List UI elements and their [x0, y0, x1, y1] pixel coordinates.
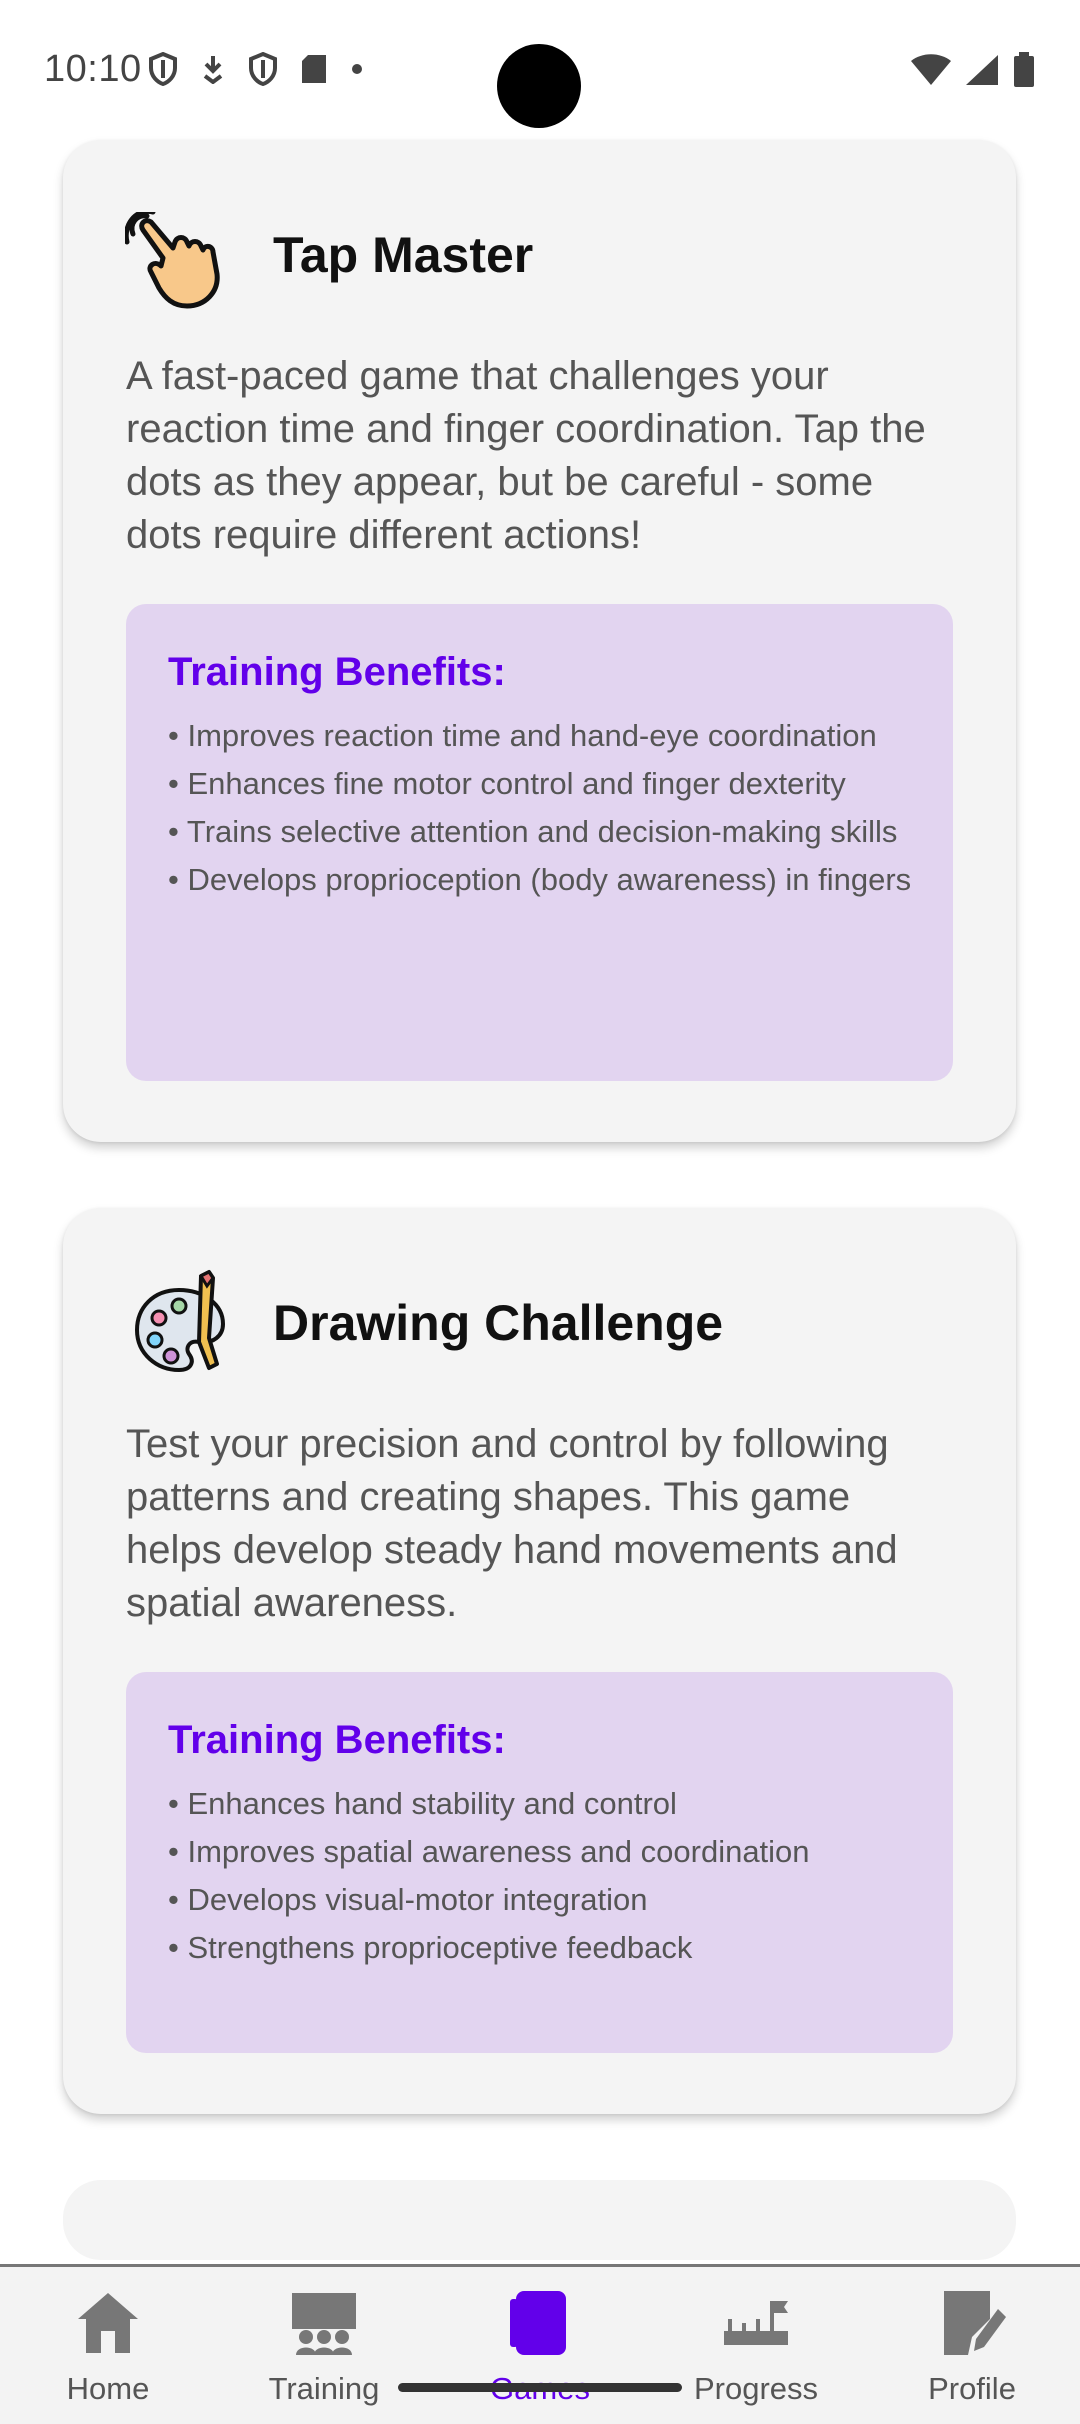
- benefits-box: Training Benefits: • Improves reaction t…: [126, 604, 953, 1081]
- benefit-item: • Enhances fine motor control and finger…: [168, 766, 846, 801]
- benefit-item: • Enhances hand stability and control: [168, 1786, 677, 1821]
- benefits-title: Training Benefits:: [168, 1718, 506, 1762]
- wifi-icon: [911, 54, 951, 85]
- benefits-list: • Enhances hand stability and control • …: [168, 1780, 918, 1972]
- benefit-item: • Trains selective attention and decisio…: [168, 814, 898, 849]
- nav-label: Profile: [928, 2371, 1016, 2406]
- bottom-navigation: Home Training Games Progress Profile: [0, 2264, 1080, 2424]
- nav-item-training[interactable]: Training: [216, 2267, 432, 2424]
- game-card-partial[interactable]: [63, 2180, 1016, 2260]
- nav-item-progress[interactable]: Progress: [648, 2267, 864, 2424]
- status-bar: 10:10: [0, 0, 1080, 135]
- dot-icon: [352, 64, 362, 74]
- benefits-list: • Improves reaction time and hand-eye co…: [168, 712, 918, 904]
- shield-icon: [149, 52, 177, 86]
- game-description: A fast-paced game that challenges your r…: [126, 354, 926, 557]
- benefits-box: Training Benefits: • Enhances hand stabi…: [126, 1672, 953, 2053]
- system-status-icons: [910, 52, 1036, 88]
- game-title: Drawing Challenge: [273, 1295, 724, 1351]
- benefit-item: • Develops proprioception (body awarenes…: [168, 862, 912, 897]
- battery-icon: [1014, 52, 1034, 87]
- benefit-item: • Improves reaction time and hand-eye co…: [168, 718, 877, 753]
- sd-card-icon: [302, 55, 326, 83]
- nav-item-home[interactable]: Home: [0, 2267, 216, 2424]
- benefit-item: • Improves spatial awareness and coordin…: [168, 1834, 810, 1869]
- camera-cutout: [497, 44, 581, 128]
- progress-icon: [724, 2301, 788, 2345]
- profile-icon: [944, 2291, 1006, 2355]
- nav-item-games[interactable]: Games: [432, 2267, 648, 2424]
- games-icon: [510, 2291, 566, 2355]
- download-icon: [203, 56, 223, 84]
- benefit-item: • Strengthens proprioceptive feedback: [168, 1930, 693, 1965]
- training-icon: [292, 2293, 356, 2355]
- game-card-tap-master[interactable]: Tap Master A fast-paced game that challe…: [63, 140, 1016, 1142]
- game-description: Test your precision and control by follo…: [126, 1422, 898, 1625]
- nav-item-profile[interactable]: Profile: [864, 2267, 1080, 2424]
- app-screen: 10:10 Tap Master A fast-paced game that …: [0, 0, 1080, 2424]
- shield-icon: [249, 52, 277, 86]
- notification-icons: [148, 52, 364, 86]
- signal-icon: [966, 55, 998, 85]
- nav-label: Home: [66, 2371, 150, 2406]
- benefits-title: Training Benefits:: [168, 650, 506, 694]
- tapping-hand-icon: [125, 212, 220, 309]
- game-title: Tap Master: [273, 227, 534, 283]
- home-icon: [78, 2293, 138, 2353]
- home-indicator[interactable]: [398, 2383, 682, 2392]
- paint-palette-icon: [134, 1270, 226, 1373]
- status-time: 10:10: [44, 48, 142, 90]
- game-card-drawing-challenge[interactable]: Drawing Challenge Test your precision an…: [63, 1208, 1016, 2114]
- benefit-item: • Develops visual-motor integration: [168, 1882, 648, 1917]
